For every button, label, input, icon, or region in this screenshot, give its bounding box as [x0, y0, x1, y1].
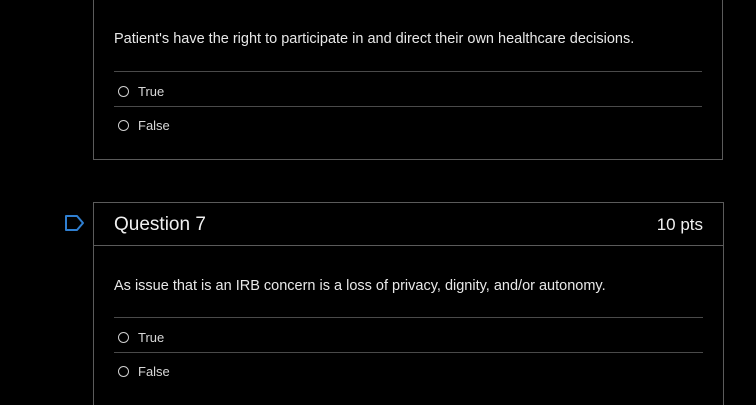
answer-label: True	[138, 329, 165, 345]
radio-button[interactable]	[118, 119, 129, 131]
answer-option-false[interactable]: False	[118, 115, 170, 135]
question-text: As issue that is an IRB concern is a los…	[114, 278, 606, 294]
answer-label: True	[138, 83, 165, 99]
answer-divider	[114, 106, 702, 107]
question-points: 10 pts	[656, 215, 703, 234]
question-card-7: Question 7 10 pts As issue that is an IR…	[93, 202, 724, 405]
answer-label: False	[138, 363, 170, 379]
quiz-page: Patient's have the right to participate …	[0, 0, 756, 405]
answer-divider	[114, 352, 703, 353]
answer-divider	[114, 317, 703, 318]
answer-divider	[114, 71, 702, 72]
answer-option-true[interactable]: True	[118, 327, 164, 347]
radio-button[interactable]	[118, 85, 129, 97]
radio-button[interactable]	[118, 331, 129, 343]
radio-button[interactable]	[118, 365, 129, 377]
question-title: Question 7	[114, 214, 206, 235]
question-card-6: Patient's have the right to participate …	[93, 0, 723, 160]
flag-question-icon[interactable]	[64, 214, 86, 232]
answer-label: False	[138, 117, 170, 133]
answer-option-false[interactable]: False	[118, 361, 170, 381]
question-text: Patient's have the right to participate …	[114, 31, 635, 47]
question-header: Question 7 10 pts	[94, 203, 723, 246]
answer-option-true[interactable]: True	[118, 81, 164, 101]
